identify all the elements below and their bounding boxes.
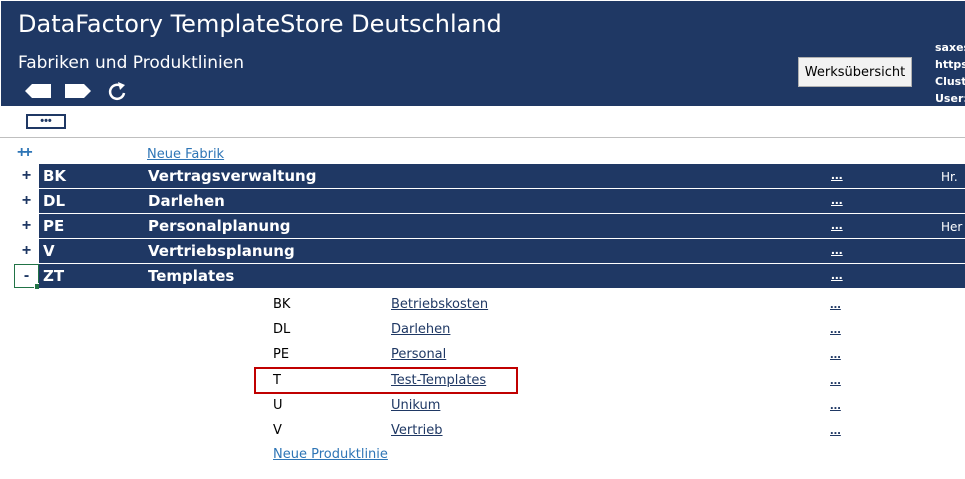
product-line-more-link[interactable]: ... — [830, 397, 841, 412]
werksuebersicht-button[interactable]: Werksübersicht — [798, 57, 912, 87]
factory-row-pe[interactable]: PE Personalplanung ... Her — [39, 214, 965, 239]
factory-name: Templates — [148, 267, 235, 285]
factory-name: Vertriebsplanung — [148, 242, 295, 260]
factory-code: BK — [43, 167, 67, 185]
product-line-code: V — [273, 423, 282, 438]
product-line-more-link[interactable]: ... — [830, 321, 841, 336]
product-line-code: DL — [273, 322, 291, 337]
product-line-code: U — [273, 398, 283, 413]
highlight-box — [254, 367, 518, 394]
factory-code: PE — [43, 217, 65, 235]
factory-more-link[interactable]: ... — [831, 166, 843, 182]
product-line-row: V Vertrieb ... — [0, 419, 965, 444]
product-line-more-link[interactable]: ... — [830, 372, 841, 387]
factory-row-dl[interactable]: DL Darlehen ... — [39, 189, 965, 214]
back-icon[interactable] — [25, 83, 53, 99]
product-line-more-link[interactable]: ... — [830, 346, 841, 361]
factory-owner: Hr. — [941, 170, 958, 184]
toggle-factory-pe[interactable]: + — [14, 214, 39, 238]
toolbar-divider — [0, 137, 965, 138]
product-line-row: PE Personal ... — [0, 343, 965, 368]
factory-code: V — [43, 242, 55, 260]
factory-row-zt[interactable]: ZT Templates ... — [39, 264, 965, 289]
factory-more-link[interactable]: ... — [831, 266, 843, 282]
factory-name: Personalplanung — [148, 217, 291, 235]
expand-all-button[interactable]: ++ — [17, 144, 33, 162]
factory-code: ZT — [43, 267, 65, 285]
header-banner: DataFactory TemplateStore Deutschland Fa… — [1, 1, 965, 106]
product-line-more-link[interactable]: ... — [830, 422, 841, 437]
product-line-link[interactable]: Vertrieb — [391, 423, 443, 438]
product-line-link[interactable]: Personal — [391, 347, 446, 362]
factory-name: Vertragsverwaltung — [148, 167, 317, 185]
refresh-icon[interactable] — [106, 81, 128, 103]
product-line-link[interactable]: Unikum — [391, 398, 440, 413]
toggle-factory-zt[interactable]: - — [14, 264, 41, 290]
product-line-link[interactable]: Darlehen — [391, 322, 450, 337]
product-line-code: BK — [273, 297, 291, 312]
factory-row-bk[interactable]: BK Vertragsverwaltung ... Hr. — [39, 164, 965, 189]
product-line-row: DL Darlehen ... — [0, 318, 965, 343]
app-title: DataFactory TemplateStore Deutschland — [18, 10, 502, 38]
forward-icon[interactable] — [63, 83, 91, 99]
product-line-link[interactable]: Betriebskosten — [391, 297, 488, 312]
info-line-url: https: — [935, 58, 965, 71]
info-line-server: saxes — [935, 41, 965, 54]
toggle-factory-v[interactable]: + — [14, 239, 39, 263]
factory-more-link[interactable]: ... — [831, 191, 843, 207]
new-factory-link[interactable]: Neue Fabrik — [147, 147, 224, 162]
factory-row-v[interactable]: V Vertriebsplanung ... — [39, 239, 965, 264]
product-line-code: PE — [273, 347, 290, 362]
product-line-more-link[interactable]: ... — [830, 296, 841, 311]
factory-owner: Her — [941, 220, 963, 234]
info-line-cluster: Cluste — [935, 75, 965, 88]
page-subtitle: Fabriken und Produktlinien — [18, 53, 244, 73]
more-options-button[interactable]: ••• — [26, 114, 66, 129]
toggle-factory-dl[interactable]: + — [14, 189, 39, 213]
product-line-row: BK Betriebskosten ... — [0, 293, 965, 318]
factory-code: DL — [43, 192, 66, 210]
product-line-row: U Unikum ... — [0, 394, 965, 419]
info-line-user: User: — [935, 92, 965, 105]
factory-more-link[interactable]: ... — [831, 216, 843, 232]
new-product-line-link[interactable]: Neue Produktlinie — [273, 447, 388, 462]
toggle-factory-bk[interactable]: + — [14, 164, 39, 188]
factory-more-link[interactable]: ... — [831, 241, 843, 257]
factory-name: Darlehen — [148, 192, 225, 210]
